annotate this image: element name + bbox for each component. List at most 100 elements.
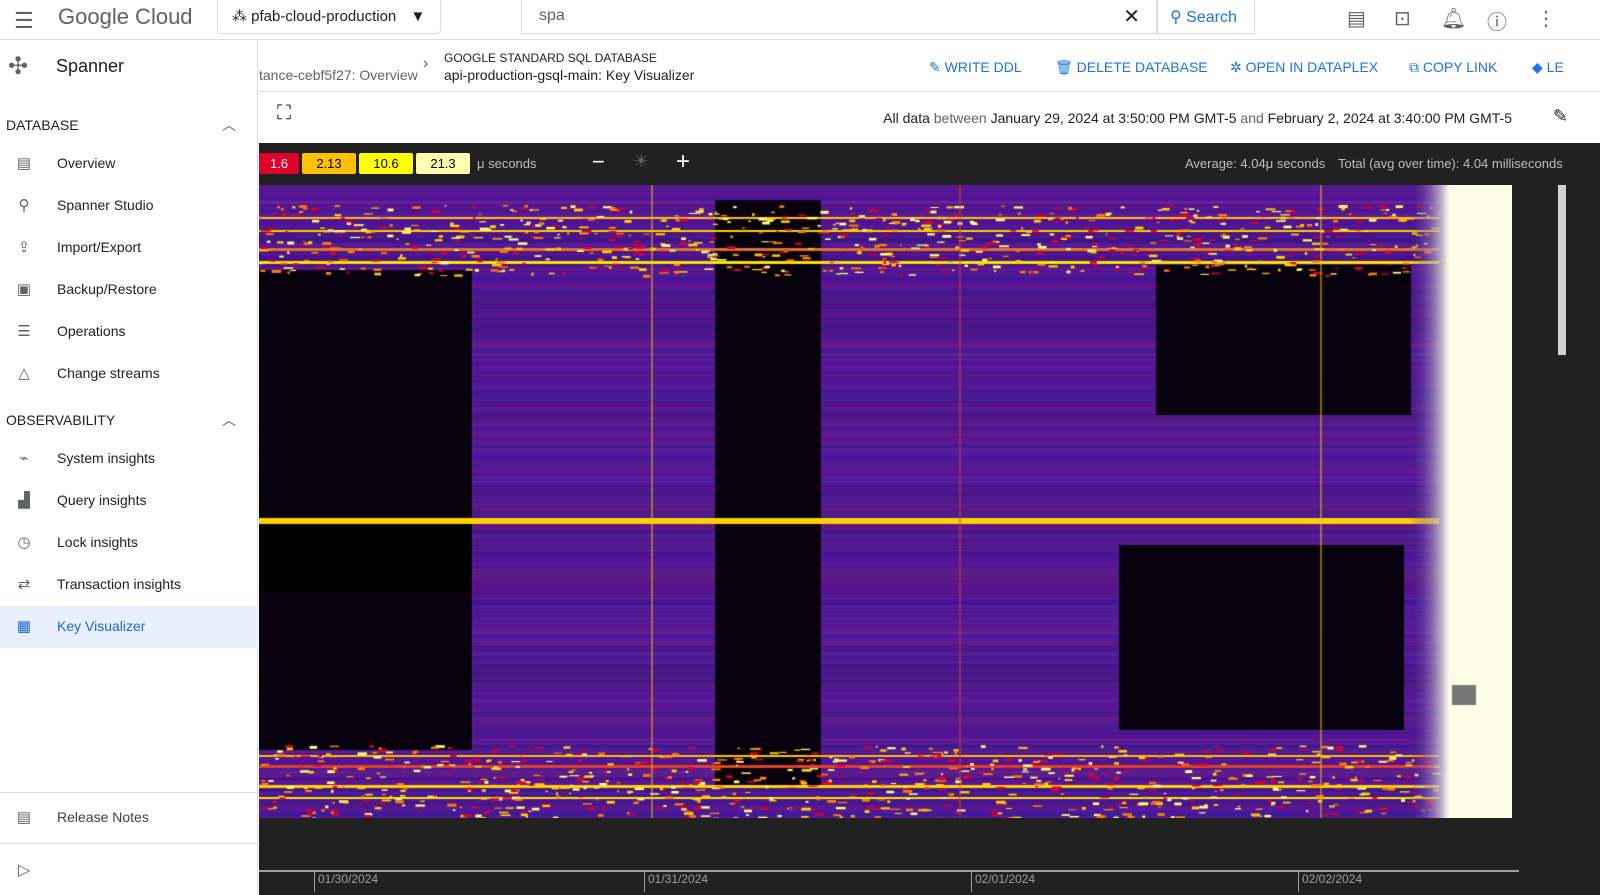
search-input[interactable]: spa ✕ (521, 0, 1157, 34)
action-label: WRITE DDL (944, 59, 1022, 75)
overview-icon: ▤ (16, 155, 32, 172)
scrollbar[interactable] (1558, 185, 1566, 355)
sidebar-item-label: Change streams (57, 365, 160, 381)
legend-value-3: 10.6 (359, 153, 413, 174)
upload-icon: ⇪ (17, 239, 31, 256)
project-selector[interactable]: ⁂ pfab-cloud-production ▼ (217, 0, 441, 34)
sidebar-item-label: Spanner Studio (57, 197, 154, 213)
search-label: Search (1186, 9, 1237, 26)
sidebar-item-label: Backup/Restore (57, 281, 157, 297)
legend-value-2: 2.13 (302, 153, 356, 174)
copy-icon: ⧉ (1409, 59, 1419, 75)
backup-icon: ▣ (16, 281, 32, 298)
spanner-icon: ✣ (8, 53, 29, 80)
sidebar-item-key-visualizer[interactable]: ▦ Key Visualizer (0, 606, 258, 648)
brightness-icon: ☀ (633, 151, 650, 171)
timer-icon: ◷ (17, 534, 31, 551)
chevron-right-icon: › (423, 55, 429, 72)
sidebar-item-label: Overview (57, 155, 116, 171)
range-and: and (1240, 110, 1264, 126)
menu-icon[interactable]: ☰ (14, 8, 34, 34)
legend-unit: μ seconds (477, 156, 537, 171)
google-cloud-logo[interactable]: Google Cloud (58, 4, 193, 30)
decrease-brightness-button[interactable]: − (592, 149, 605, 175)
sidebar: ✣ Spanner DATABASE ︿ ▤ Overview ⚲ Spanner Stu… (0, 40, 258, 895)
write-ddl-button[interactable]: ✎ WRITE DDL (929, 59, 1022, 76)
sidebar-item-operations[interactable]: ☰ Operations (0, 311, 258, 353)
sidebar-item-label: Key Visualizer (57, 618, 146, 634)
expand-sidebar-icon[interactable]: ▷ (18, 860, 30, 880)
open-in-dataplex-button[interactable]: ✲ OPEN IN DATAPLEX (1230, 59, 1378, 76)
swap-icon: ⇄ (17, 576, 31, 593)
average-stat: Average: 4.04μ seconds (1185, 156, 1326, 171)
edit-range-icon[interactable]: ✎ (1553, 106, 1568, 127)
range-start: January 29, 2024 at 3:50:00 PM GMT-5 (990, 110, 1237, 126)
more-icon[interactable]: ⋮ (1536, 6, 1556, 31)
action-label: OPEN IN DATAPLEX (1245, 59, 1379, 75)
section-observability[interactable]: OBSERVABILITY ︿ (6, 412, 246, 428)
bell-icon[interactable]: 🔔︎ (1441, 6, 1466, 31)
sidebar-item-transaction-insights[interactable]: ⇄ Transaction insights (0, 564, 258, 606)
copy-link-button[interactable]: ⧉ COPY LINK (1409, 59, 1497, 76)
sidebar-item-label: Query insights (57, 492, 147, 508)
sidebar-item-overview[interactable]: ▤ Overview (0, 143, 258, 185)
clear-icon[interactable]: ✕ (1123, 4, 1140, 29)
range-end: February 2, 2024 at 3:40:00 PM GMT-5 (1267, 110, 1512, 126)
sidebar-item-query-insights[interactable]: ▟ Query insights (0, 480, 258, 522)
section-title: DATABASE (6, 117, 79, 133)
sidebar-item-import-export[interactable]: ⇪ Import/Export (0, 227, 258, 269)
release-notes-label: Release Notes (57, 809, 149, 825)
page-header: tance-cebf5f27: Overview › GOOGLE STANDA… (259, 40, 1600, 92)
school-icon: ◆ (1532, 59, 1543, 75)
action-label: COPY LINK (1422, 59, 1498, 75)
sidebar-item-backup-restore[interactable]: ▣ Backup/Restore (0, 269, 258, 311)
legend-value-4: 21.3 (416, 153, 470, 174)
release-notes-link[interactable]: ▤ Release Notes (0, 797, 258, 839)
list-icon: ☰ (17, 323, 31, 340)
section-title: OBSERVABILITY (6, 412, 116, 428)
sidebar-item-label: Transaction insights (57, 576, 181, 592)
axis-tick: 02/02/2024 (1298, 872, 1362, 892)
triangle-icon: △ (18, 365, 30, 382)
help-icon[interactable]: ⓘ (1487, 6, 1507, 35)
sidebar-item-label: Import/Export (57, 239, 142, 255)
search-value: spa (539, 7, 565, 24)
le-button[interactable]: ◆ LE (1532, 59, 1564, 76)
terminal-icon[interactable]: ⊡ (1394, 6, 1411, 31)
chart-icon: ▟ (18, 492, 30, 509)
range-between: between (933, 110, 987, 126)
sidebar-item-spanner-studio[interactable]: ⚲ Spanner Studio (0, 185, 258, 227)
section-database[interactable]: DATABASE ︿ (6, 117, 246, 133)
search-button[interactable]: ⚲ Search (1157, 0, 1255, 34)
increase-brightness-button[interactable]: + (676, 148, 690, 176)
monitor-icon: ⌁ (19, 450, 29, 467)
feedback-icon[interactable]: ▤ (1347, 6, 1366, 31)
sidebar-item-change-streams[interactable]: △ Change streams (0, 353, 258, 395)
chevron-up-icon[interactable]: ︿ (222, 115, 236, 135)
divider (0, 843, 258, 844)
heatmap[interactable] (259, 185, 1512, 818)
action-label: DELETE DATABASE (1076, 59, 1208, 75)
sidebar-item-label: Lock insights (57, 534, 138, 550)
dataplex-icon: ✲ (1230, 59, 1242, 75)
fullscreen-icon[interactable]: ⛶ (277, 102, 291, 125)
delete-database-button[interactable]: 🗑 DELETE DATABASE (1055, 59, 1208, 76)
sidebar-item-lock-insights[interactable]: ◷ Lock insights (0, 522, 258, 564)
pencil-icon: ✎ (929, 59, 941, 75)
notes-icon: ▤ (16, 809, 32, 826)
axis-tick: 01/30/2024 (314, 872, 378, 892)
axis-tick: 01/31/2024 (644, 872, 708, 892)
trash-icon: 🗑 (1055, 59, 1073, 75)
product-title: Spanner (56, 56, 125, 76)
sidebar-item-system-insights[interactable]: ⌁ System insights (0, 438, 258, 480)
dropdown-icon: ▼ (410, 8, 426, 25)
search-icon: ⚲ (18, 197, 30, 214)
breadcrumb[interactable]: tance-cebf5f27: Overview (259, 67, 418, 83)
action-label: LE (1546, 59, 1564, 75)
chevron-up-icon[interactable]: ︿ (222, 410, 236, 430)
axis-tick: 02/01/2024 (971, 872, 1035, 892)
search-icon: ⚲ (1170, 9, 1182, 26)
sidebar-item-label: Operations (57, 323, 126, 339)
divider (0, 792, 258, 793)
key-visualizer-panel: 1.6 2.13 10.6 21.3 μ seconds − ☀ + Avera… (259, 143, 1600, 895)
